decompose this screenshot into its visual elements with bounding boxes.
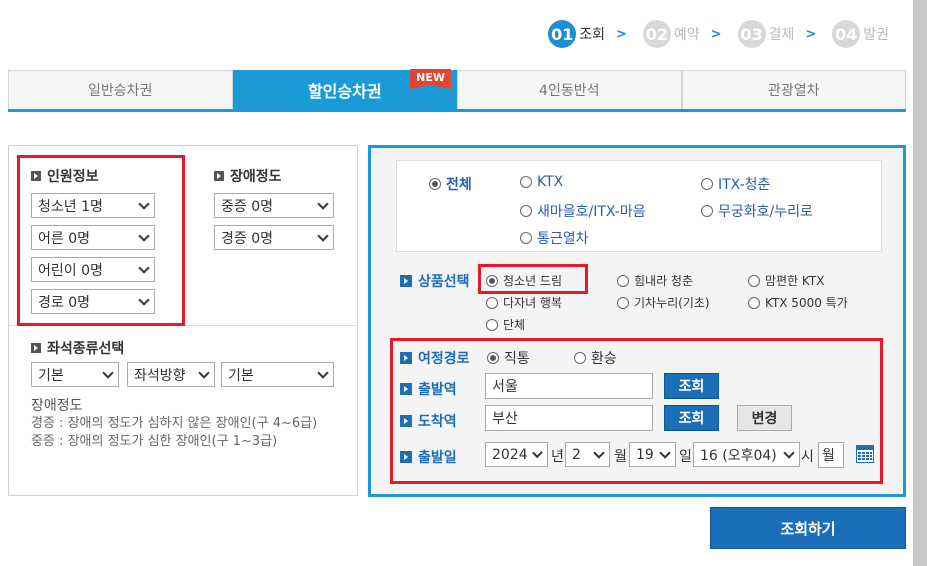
radio-icon xyxy=(617,274,629,287)
highlight-box xyxy=(390,338,883,484)
product-label: 상품선택 xyxy=(400,271,470,291)
tab-family-seat[interactable]: 4인동반석 xyxy=(457,70,682,109)
notes-title: 장애정도 xyxy=(31,398,83,414)
step-4: 04 발권 xyxy=(832,20,889,48)
chevron-right-icon: > xyxy=(805,26,817,42)
radio-label: 기차누리(기초) xyxy=(634,296,710,310)
select-value: 중증 0명 xyxy=(221,198,273,215)
radio-icon xyxy=(520,176,532,188)
step-1: 01 조회 > xyxy=(548,20,637,48)
radio-icon xyxy=(486,318,498,331)
radio-label: ITX-청춘 xyxy=(718,177,771,193)
tab-label: 일반승차권 xyxy=(88,83,153,99)
ticket-tabs: 일반승차권 할인승차권 NEW 4인동반석 관광열차 xyxy=(8,69,906,112)
train-type-box: 전체 KTX ITX-청춘 새마을호/ITX-마음 무궁화호/누리로 통근열차 xyxy=(396,160,882,252)
chevron-down-icon xyxy=(102,366,114,379)
train-type-saemaeul[interactable]: 새마을호/ITX-마음 xyxy=(520,201,646,221)
bullet-icon xyxy=(214,171,224,181)
chevron-right-icon: > xyxy=(615,26,627,42)
radio-icon xyxy=(520,205,532,217)
product-ktx5000[interactable]: KTX 5000 특가 xyxy=(748,294,848,311)
train-type-mugunghwa[interactable]: 무궁화호/누리로 xyxy=(701,201,813,221)
page: 01 조회 > 02 예약 > 03 결제 > 04 발권 일반승차권 할인승차… xyxy=(0,0,913,566)
tab-label: 관광열차 xyxy=(767,83,820,99)
chevron-down-icon xyxy=(317,229,329,242)
bullet-icon xyxy=(31,343,41,353)
step-2-label: 예약 xyxy=(673,27,700,43)
radio-label: 다자녀 행복 xyxy=(503,296,563,310)
chevron-down-icon xyxy=(317,197,329,210)
step-3: 03 결제 > xyxy=(737,20,827,48)
seat-direction-select[interactable]: 좌석방향 xyxy=(127,362,215,387)
radio-icon xyxy=(701,178,713,190)
train-type-all[interactable]: 전체 xyxy=(429,174,472,194)
radio-label: 맘편한 KTX xyxy=(765,274,825,288)
select-value: 기본 xyxy=(228,367,254,384)
notes-severe: 중증 : 장애의 정도가 심한 장애인(구 1~3급) xyxy=(31,434,278,449)
radio-label: 단체 xyxy=(503,318,526,332)
radio-label: KTX 5000 특가 xyxy=(765,296,848,310)
tab-tour-train[interactable]: 관광열차 xyxy=(681,70,906,109)
tab-label: 할인승차권 xyxy=(307,82,382,101)
seat-type-title: 좌석종류선택 xyxy=(31,338,124,358)
radio-label: 힘내라 청춘 xyxy=(634,274,694,288)
radio-icon xyxy=(748,274,760,287)
radio-icon xyxy=(520,232,532,244)
train-type-ktx[interactable]: KTX xyxy=(520,174,563,190)
step-3-number: 03 xyxy=(737,20,766,48)
radio-label: 새마을호/ITX-마음 xyxy=(537,204,646,220)
search-submit-button[interactable]: 조회하기 xyxy=(710,507,906,549)
radio-label: 전체 xyxy=(446,177,472,193)
step-3-label: 결제 xyxy=(768,27,795,43)
step-1-label: 조회 xyxy=(579,27,605,43)
product-cheer-youth[interactable]: 힘내라 청춘 xyxy=(617,272,693,289)
seat-option-select[interactable]: 기본 xyxy=(221,362,334,387)
severe-count-select[interactable]: 중증 0명 xyxy=(214,193,334,218)
radio-icon xyxy=(748,296,760,309)
step-2-number: 02 xyxy=(642,20,671,48)
radio-icon xyxy=(617,296,629,309)
step-indicator: 01 조회 > 02 예약 > 03 결제 > 04 발권 xyxy=(548,20,889,48)
product-gicha-nuri[interactable]: 기차누리(기초) xyxy=(617,294,710,311)
chevron-right-icon: > xyxy=(710,26,722,42)
tab-discount-ticket[interactable]: 할인승차권 NEW xyxy=(232,69,457,109)
tab-general-ticket[interactable]: 일반승차권 xyxy=(8,70,233,109)
seat-type-select[interactable]: 기본 xyxy=(31,362,119,387)
select-value: 경증 0명 xyxy=(221,230,273,247)
disability-title: 장애정도 xyxy=(214,166,282,186)
step-4-label: 발권 xyxy=(863,27,889,43)
step-4-number: 04 xyxy=(832,20,861,48)
mild-count-select[interactable]: 경증 0명 xyxy=(214,225,334,250)
tab-label: 4인동반석 xyxy=(539,83,600,99)
highlight-box xyxy=(478,264,588,294)
select-value: 기본 xyxy=(38,367,64,384)
step-2: 02 예약 > xyxy=(642,20,732,48)
product-multi-child[interactable]: 다자녀 행복 xyxy=(486,294,562,311)
section-title: 장애정도 xyxy=(230,169,282,185)
select-value: 좌석방향 xyxy=(134,367,186,384)
arrow-icon xyxy=(400,275,412,287)
radio-icon xyxy=(429,178,441,190)
radio-icon xyxy=(701,205,713,217)
radio-icon xyxy=(486,296,498,309)
new-badge: NEW xyxy=(410,69,451,89)
field-label: 상품선택 xyxy=(418,274,470,290)
train-type-itx-cheongchun[interactable]: ITX-청춘 xyxy=(701,174,770,194)
radio-label: 통근열차 xyxy=(537,231,589,247)
radio-label: 무궁화호/누리로 xyxy=(718,204,813,220)
notes-mild: 경증 : 장애의 정도가 심하지 않은 장애인(구 4~6급) xyxy=(31,416,318,431)
chevron-down-icon xyxy=(198,366,210,379)
product-comfy-ktx[interactable]: 맘편한 KTX xyxy=(748,272,824,289)
section-title: 좌석종류선택 xyxy=(47,341,125,357)
disability-notes: 장애정도 경증 : 장애의 정도가 심하지 않은 장애인(구 4~6급) 중증 … xyxy=(31,397,351,451)
highlight-box xyxy=(17,155,185,326)
train-type-commuter[interactable]: 통근열차 xyxy=(520,228,589,248)
step-1-number: 01 xyxy=(548,20,577,48)
product-group[interactable]: 단체 xyxy=(486,316,525,333)
radio-label: KTX xyxy=(537,174,564,190)
chevron-down-icon xyxy=(317,366,329,379)
